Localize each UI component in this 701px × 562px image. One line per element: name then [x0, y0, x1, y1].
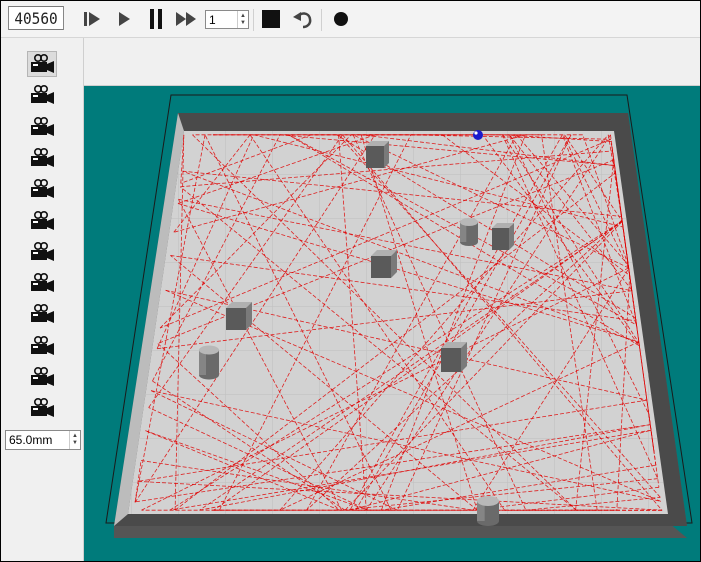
distance-stepper[interactable]: 65.0mm ▲ ▼ — [5, 430, 81, 450]
stop-icon — [262, 10, 280, 28]
camera-view-button-10[interactable] — [27, 333, 57, 359]
stepper-down-icon[interactable]: ▼ — [72, 440, 78, 447]
play-button[interactable] — [111, 7, 137, 31]
fast-forward-icon — [176, 12, 196, 26]
robot — [473, 130, 483, 140]
camera-icon — [31, 241, 54, 261]
speed-value: 1 — [209, 12, 216, 27]
step-play-icon — [84, 12, 100, 26]
camera-view-button-7[interactable] — [27, 239, 57, 265]
box-obstacle — [226, 302, 252, 330]
box-obstacle — [366, 141, 389, 168]
play-icon — [119, 12, 130, 26]
camera-view-button-8[interactable] — [27, 270, 57, 296]
camera-icon — [31, 54, 54, 73]
camera-view-button-9[interactable] — [27, 301, 57, 327]
camera-icon — [31, 210, 54, 230]
camera-icon — [31, 147, 54, 167]
box-obstacle — [441, 342, 467, 372]
3d-viewport[interactable] — [84, 86, 700, 561]
camera-view-button-5[interactable] — [27, 176, 57, 202]
cylinder-obstacle — [477, 496, 499, 526]
camera-icon — [31, 367, 54, 386]
stop-button[interactable] — [258, 7, 284, 31]
record-button[interactable] — [328, 7, 354, 31]
stepper-arrows: ▲ ▼ — [237, 11, 248, 28]
record-icon — [334, 12, 348, 26]
camera-icon — [31, 85, 54, 105]
stepper-up-icon[interactable]: ▲ — [72, 433, 78, 440]
arena-scene — [105, 94, 693, 538]
viewport-header — [84, 38, 700, 86]
camera-view-button-11[interactable] — [27, 364, 57, 390]
pause-icon — [150, 9, 162, 29]
pause-button[interactable] — [143, 7, 169, 31]
camera-view-button-3[interactable] — [27, 114, 57, 140]
stepper-down-icon[interactable]: ▼ — [240, 20, 246, 27]
fast-forward-button[interactable] — [174, 7, 200, 31]
toolbar-divider — [321, 9, 322, 31]
distance-value: 65.0mm — [9, 433, 53, 447]
camera-icon — [31, 398, 54, 418]
box-obstacle — [371, 250, 397, 278]
camera-icon — [31, 335, 54, 355]
box-obstacle — [492, 223, 514, 250]
stepper-up-icon[interactable]: ▲ — [240, 13, 246, 20]
camera-view-button-2[interactable] — [27, 82, 57, 108]
camera-icon — [31, 304, 54, 324]
camera-view-button-4[interactable] — [27, 145, 57, 171]
camera-view-button-6[interactable] — [27, 208, 57, 234]
reset-button[interactable] — [290, 7, 316, 31]
camera-icon — [31, 116, 54, 136]
camera-icon — [31, 273, 54, 293]
step-play-button[interactable] — [79, 7, 105, 31]
undo-arrow-icon — [293, 12, 312, 29]
camera-view-button-12[interactable] — [27, 395, 57, 421]
simulator-window: 40560 1 ▲ ▼ 65.0mm ▲ ▼ — [0, 0, 701, 562]
cylinder-obstacle — [460, 217, 478, 247]
step-counter-display: 40560 — [8, 6, 64, 30]
camera-view-button-1[interactable] — [27, 51, 57, 77]
toolbar-divider — [253, 9, 254, 31]
camera-icon — [31, 179, 54, 199]
toolbar: 40560 1 ▲ ▼ — [1, 1, 700, 38]
cylinder-obstacle — [199, 345, 219, 380]
stepper-arrows: ▲ ▼ — [69, 431, 80, 449]
camera-sidebar: 65.0mm ▲ ▼ — [1, 38, 84, 561]
speed-stepper[interactable]: 1 ▲ ▼ — [205, 10, 249, 29]
